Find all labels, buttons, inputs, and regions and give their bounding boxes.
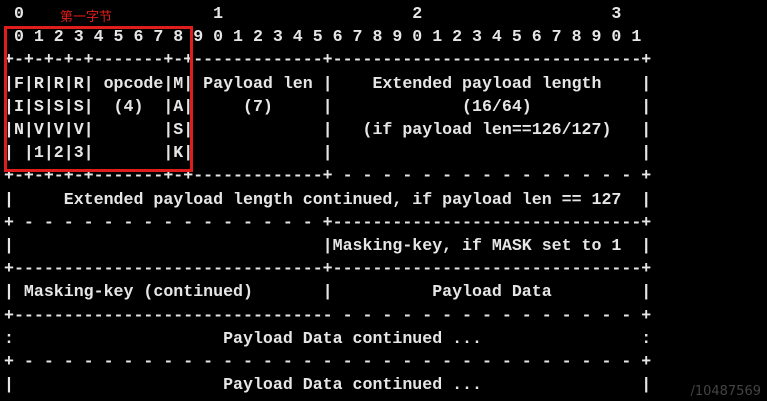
websocket-frame-diagram: 0 1 2 3 0 1 2 3 4 5 6 7 8 9 0 1 2 3 4 5 …	[0, 0, 767, 401]
frame-format-ascii-art: 0 1 2 3 0 1 2 3 4 5 6 7 8 9 0 1 2 3 4 5 …	[4, 4, 652, 395]
first-byte-label: 第一字节	[60, 10, 113, 25]
watermark-text: /10487569	[690, 384, 761, 399]
